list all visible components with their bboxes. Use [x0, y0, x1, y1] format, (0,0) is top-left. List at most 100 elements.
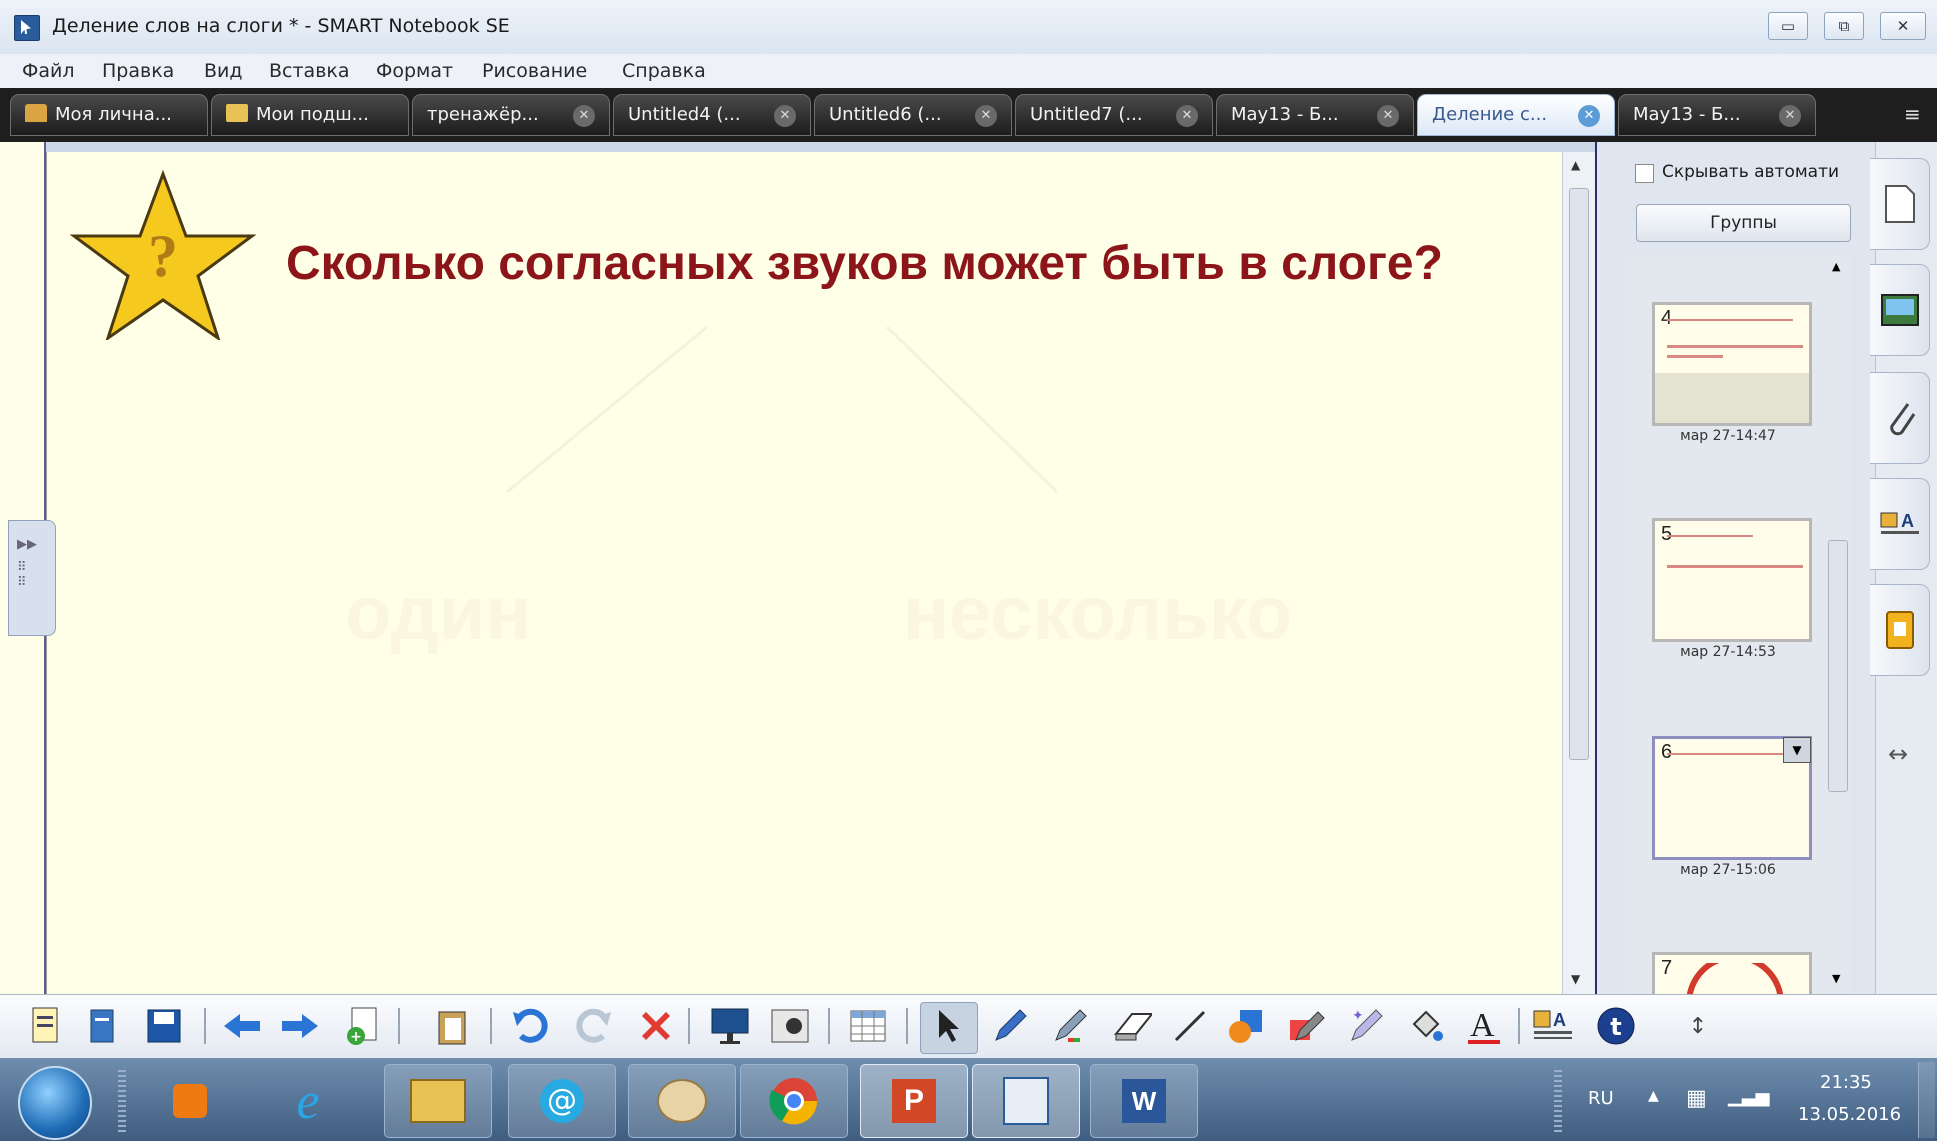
start-button-icon[interactable] [18, 1066, 92, 1140]
tool-explorer-icon[interactable]: t [1596, 1006, 1636, 1046]
sorter-scrollbar[interactable]: ▲ ▼ [1826, 256, 1850, 994]
show-desktop-button[interactable] [1918, 1062, 1935, 1138]
addons-tab[interactable] [1870, 584, 1930, 676]
table-icon[interactable] [848, 1006, 888, 1046]
close-tab-icon[interactable]: ✕ [975, 105, 997, 127]
close-tab-icon[interactable]: ✕ [1578, 105, 1600, 127]
tab-untitled4[interactable]: Untitled4 (... ✕ [613, 94, 811, 136]
internet-explorer-icon[interactable]: e [258, 1064, 358, 1138]
minimize-button[interactable]: ▭ [1768, 12, 1808, 40]
shapes-icon[interactable] [1226, 1006, 1266, 1046]
tab-may13-a[interactable]: May13 - Б... ✕ [1216, 94, 1414, 136]
language-indicator[interactable]: RU [1588, 1088, 1614, 1109]
restore-button[interactable]: ⧉ [1824, 12, 1864, 40]
text-icon[interactable]: A [1464, 1006, 1504, 1046]
tab-untitled6[interactable]: Untitled6 (... ✕ [814, 94, 1012, 136]
menu-help[interactable]: Справка [622, 60, 706, 82]
question-star-icon[interactable]: ? [70, 170, 256, 340]
faded-word-several[interactable]: несколько [903, 570, 1292, 657]
page-thumbnail-7[interactable]: 7 [1652, 952, 1812, 1003]
fill-icon[interactable] [1406, 1006, 1446, 1046]
scroll-thumb[interactable] [1569, 188, 1589, 760]
page-menu-dropdown-icon[interactable]: ▼ [1783, 737, 1811, 763]
redo-icon[interactable] [574, 1006, 614, 1046]
panel-resize-icon[interactable]: ↔ [1888, 740, 1908, 768]
delete-icon[interactable] [636, 1006, 676, 1046]
sorter-scroll-thumb[interactable] [1828, 540, 1848, 792]
smart-notebook-taskbar-icon[interactable] [972, 1064, 1080, 1138]
previous-page-icon[interactable] [222, 1006, 262, 1046]
canvas-vertical-scrollbar[interactable]: ▲ ▼ [1562, 152, 1595, 994]
close-tab-icon[interactable]: ✕ [774, 105, 796, 127]
menu-insert[interactable]: Вставка [269, 60, 350, 82]
show-hide-screen-shade-icon[interactable] [710, 1006, 750, 1046]
attachments-tab[interactable] [1870, 372, 1930, 464]
add-page-icon[interactable]: + [342, 1006, 382, 1046]
tab-untitled7[interactable]: Untitled7 (... ✕ [1015, 94, 1213, 136]
pen-icon[interactable] [990, 1006, 1030, 1046]
menu-format[interactable]: Формат [376, 60, 453, 82]
properties-toolbar-icon[interactable]: A [1532, 1006, 1572, 1046]
undo-icon[interactable] [510, 1006, 550, 1046]
file-explorer-icon[interactable] [384, 1064, 492, 1138]
save-icon[interactable] [144, 1006, 184, 1046]
expand-left-handle[interactable]: ▶▶ ⠿ ⠿ [8, 520, 56, 636]
powerpoint-icon[interactable]: P [860, 1064, 968, 1138]
page-thumbnail-5[interactable]: 5 [1652, 518, 1812, 642]
shape-recognition-pen-icon[interactable] [1286, 1006, 1326, 1046]
tab-may13-b[interactable]: May13 - Б... ✕ [1618, 94, 1816, 136]
tab-list-icon[interactable]: ≡ [1904, 102, 1921, 126]
toolbar-move-icon[interactable]: ↕ [1678, 1006, 1718, 1046]
select-arrow-icon[interactable] [928, 1006, 968, 1046]
signal-icon[interactable]: ▁▃▅ [1728, 1086, 1770, 1107]
scroll-down-arrow-icon[interactable]: ▼ [1571, 972, 1580, 986]
chrome-icon[interactable] [740, 1064, 848, 1138]
line-icon[interactable] [1170, 1006, 1210, 1046]
word-icon[interactable]: W [1090, 1064, 1198, 1138]
tab-trainer[interactable]: тренажёр... ✕ [412, 94, 610, 136]
close-tab-icon[interactable]: ✕ [1377, 105, 1399, 127]
tab-my-content[interactable]: Моя лична... [10, 94, 208, 136]
mail-agent-icon[interactable]: @ [508, 1064, 616, 1138]
auto-hide-checkbox[interactable] [1635, 164, 1654, 183]
network-icon[interactable]: ▦ [1686, 1086, 1707, 1111]
menu-file[interactable]: Файл [22, 60, 75, 82]
page-thumbnail-6[interactable]: 6 ▼ [1652, 736, 1812, 860]
tab-label: Моя лична... [55, 104, 172, 125]
page-thumbnail-4[interactable]: 4 [1652, 302, 1812, 426]
tab-label: Деление с... [1432, 104, 1548, 125]
next-page-icon[interactable] [280, 1006, 320, 1046]
menu-view[interactable]: Вид [204, 60, 243, 82]
new-page-icon[interactable] [26, 1006, 66, 1046]
taskbar-app-orange-icon[interactable] [140, 1064, 240, 1138]
paint-icon[interactable] [628, 1064, 736, 1138]
menu-draw[interactable]: Рисование [482, 60, 587, 82]
page-sorter-icon [1884, 185, 1915, 223]
clock-time[interactable]: 21:35 [1820, 1072, 1872, 1093]
groups-button[interactable]: Группы [1636, 204, 1851, 242]
sorter-scroll-up-icon[interactable]: ▲ [1832, 260, 1840, 273]
magic-pen-icon[interactable]: ✦ [1346, 1006, 1386, 1046]
paste-icon[interactable] [432, 1006, 472, 1046]
properties-tab[interactable]: A [1870, 478, 1930, 570]
creative-pen-icon[interactable] [1050, 1006, 1090, 1046]
tab-label: May13 - Б... [1231, 104, 1339, 125]
close-tab-icon[interactable]: ✕ [573, 105, 595, 127]
show-hidden-icons-icon[interactable]: ▲ [1648, 1088, 1659, 1104]
menu-edit[interactable]: Правка [102, 60, 174, 82]
open-file-icon[interactable] [82, 1006, 122, 1046]
close-window-button[interactable]: ✕ [1880, 12, 1926, 40]
screen-capture-icon[interactable] [770, 1006, 810, 1046]
close-tab-icon[interactable]: ✕ [1176, 105, 1198, 127]
tab-my-subscriptions[interactable]: Мои подш... [211, 94, 409, 136]
eraser-icon[interactable] [1112, 1006, 1152, 1046]
tab-active-syllables[interactable]: Деление с... ✕ [1417, 94, 1615, 136]
page-sorter-tab[interactable] [1870, 158, 1930, 250]
scroll-up-arrow-icon[interactable]: ▲ [1571, 158, 1580, 172]
clock-date[interactable]: 13.05.2016 [1798, 1104, 1901, 1125]
gallery-tab[interactable] [1870, 264, 1930, 356]
faded-word-one[interactable]: один [345, 570, 531, 657]
close-tab-icon[interactable]: ✕ [1779, 105, 1801, 127]
question-heading[interactable]: Сколько согласных звуков может быть в сл… [286, 236, 1443, 291]
sorter-scroll-down-icon[interactable]: ▼ [1832, 972, 1840, 985]
